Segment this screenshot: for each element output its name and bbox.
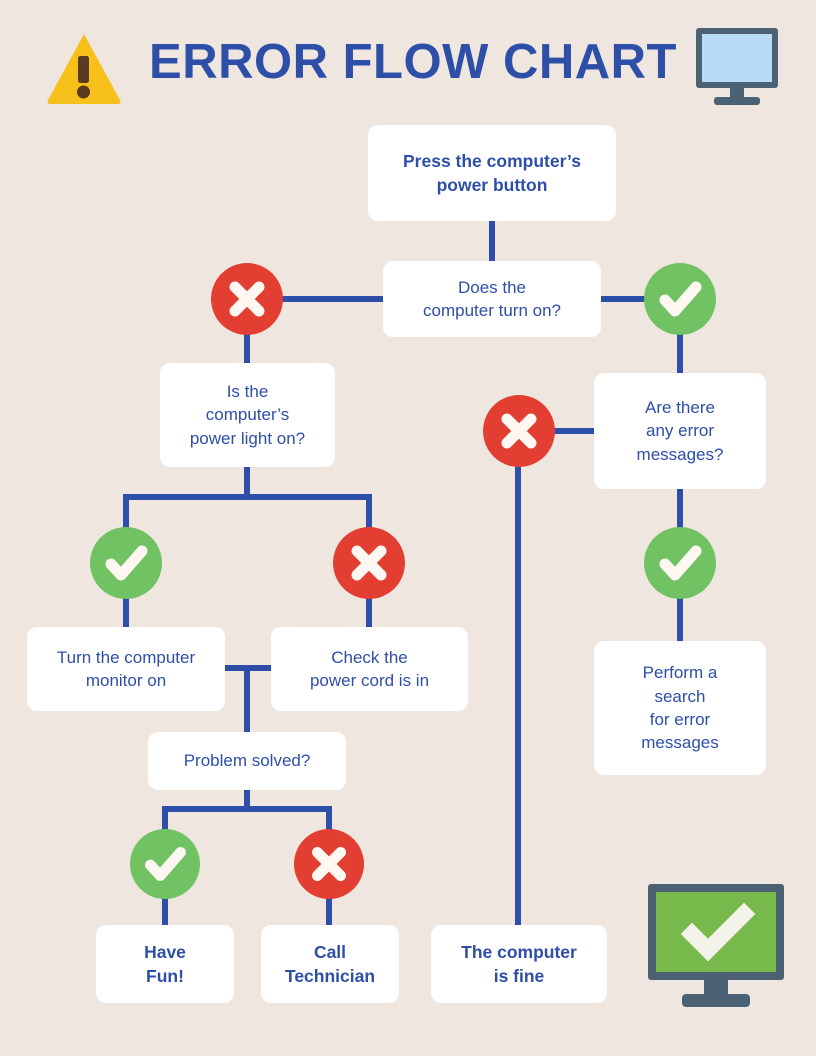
node-label: Does the computer turn on? bbox=[423, 277, 561, 320]
edge-check-to-search bbox=[677, 596, 683, 642]
node-are-there-error-messages[interactable]: Are there any error messages? bbox=[594, 373, 766, 489]
node-label: Is the computer’s power light on? bbox=[189, 381, 306, 448]
edge-yes-to-errormsgs bbox=[677, 332, 683, 374]
page-title: ERROR FLOW CHART bbox=[149, 35, 677, 89]
node-is-power-light-on[interactable]: Is the computer’s power light on? bbox=[160, 363, 335, 467]
node-have-fun[interactable]: Have Fun! bbox=[96, 925, 234, 1003]
edge-join-drop bbox=[244, 665, 250, 733]
node-label: Problem solved? bbox=[183, 751, 311, 771]
red-x-icon-solved-no[interactable] bbox=[294, 829, 364, 899]
node-does-computer-turn-on[interactable]: Does the computer turn on? bbox=[383, 261, 601, 337]
node-computer-is-fine[interactable]: The computer is fine bbox=[431, 925, 607, 1003]
flowchart-canvas: ERROR FLOW CHART Press the computer’s po… bbox=[0, 0, 816, 1056]
edge-start-to-turnon bbox=[489, 219, 495, 262]
red-x-icon-turn-on-no[interactable] bbox=[211, 263, 283, 335]
node-label: Are there any error messages? bbox=[636, 397, 724, 464]
node-problem-solved[interactable]: Problem solved? bbox=[148, 732, 346, 790]
edge-check-to-havefun bbox=[162, 895, 168, 927]
computer-monitor-icon bbox=[696, 28, 778, 106]
edge-no-to-computerfine bbox=[515, 464, 521, 927]
edge-solved-bar bbox=[162, 806, 332, 812]
node-perform-search-for-errors[interactable]: Perform a search for error messages bbox=[594, 641, 766, 775]
green-check-icon-solved-yes[interactable] bbox=[130, 829, 200, 899]
green-check-icon-errors-yes[interactable] bbox=[644, 527, 716, 599]
node-label: Press the computer’s power button bbox=[403, 150, 581, 195]
node-call-technician[interactable]: Call Technician bbox=[261, 925, 399, 1003]
node-label: Call Technician bbox=[284, 941, 376, 986]
red-x-icon-errors-no[interactable] bbox=[483, 395, 555, 467]
node-label: Have Fun! bbox=[144, 941, 186, 986]
monitor-check-icon bbox=[648, 884, 784, 1008]
node-label: Perform a search for error messages bbox=[641, 663, 719, 753]
edge-turnon-to-yes bbox=[601, 296, 646, 302]
edge-errormsgs-stem bbox=[677, 488, 683, 530]
node-label: Check the power cord is in bbox=[309, 647, 430, 690]
page-header: ERROR FLOW CHART bbox=[0, 0, 816, 120]
node-check-power-cord[interactable]: Check the power cord is in bbox=[271, 627, 468, 711]
red-x-icon-light-no[interactable] bbox=[333, 527, 405, 599]
node-label: The computer is fine bbox=[461, 941, 577, 986]
edge-errormsgs-to-no bbox=[551, 428, 595, 434]
edge-x-to-powercord bbox=[366, 596, 372, 628]
edge-check-to-monitoron bbox=[123, 596, 129, 628]
green-check-icon-turn-on-yes[interactable] bbox=[644, 263, 716, 335]
edge-turnon-to-no bbox=[281, 296, 383, 302]
node-press-power-button[interactable]: Press the computer’s power button bbox=[368, 125, 616, 221]
warning-triangle-icon bbox=[46, 30, 122, 106]
node-turn-monitor-on[interactable]: Turn the computer monitor on bbox=[27, 627, 225, 711]
green-check-icon-light-yes[interactable] bbox=[90, 527, 162, 599]
edge-x-to-technician bbox=[326, 895, 332, 927]
edge-no-to-powerlight bbox=[244, 332, 250, 364]
node-label: Turn the computer monitor on bbox=[56, 647, 196, 690]
edge-powerlight-bar bbox=[123, 494, 372, 500]
